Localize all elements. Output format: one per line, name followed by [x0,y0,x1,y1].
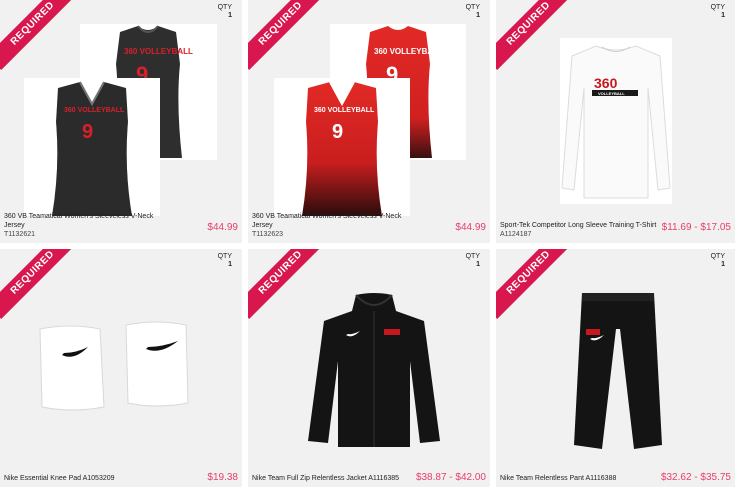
product-card[interactable]: REQUIRED QTY 1 360 VOLLEYBALL 9 360 VOLL… [248,0,490,243]
product-name[interactable]: 360 VB Teamatical Women's Sleeveless V-N… [252,212,422,239]
qty-indicator: QTY 1 [466,4,480,20]
qty-label: QTY [710,253,725,260]
product-card[interactable]: REQUIRED QTY 1 360 VOLLEYBALL Sport-Tek … [496,0,735,243]
qty-value: 1 [721,12,725,19]
qty-label: QTY [217,4,232,11]
qty-label: QTY [710,4,725,11]
qty-value: 1 [228,12,232,19]
product-image[interactable] [34,321,204,417]
jersey-text-back: 360 VOLLEYBALL [374,47,443,56]
product-name[interactable]: 360 VB Teamatical Women's Sleeveless V-N… [4,212,174,239]
product-title[interactable]: Nike Team Relentless Pant A1116388 [500,475,616,482]
product-price: $44.99 [455,222,486,233]
product-name[interactable]: Sport-Tek Competitor Long Sleeve Trainin… [500,221,656,239]
product-sku: A1124187 [500,231,532,238]
qty-value: 1 [721,261,725,268]
qty-value: 1 [476,261,480,268]
product-price: $11.69 - $17.05 [661,222,731,233]
required-badge: REQUIRED [496,249,575,319]
required-badge: REQUIRED [0,249,79,319]
product-image[interactable] [570,289,666,451]
shirt-logo-small: VOLLEYBALL [598,91,625,96]
product-image[interactable] [304,291,444,449]
product-card[interactable]: REQUIRED QTY 1 Nike Team Relentless Pant… [496,249,735,487]
product-title[interactable]: 360 VB Teamatical Women's Sleeveless V-N… [4,213,153,229]
required-badge: REQUIRED [0,0,79,70]
qty-value: 1 [228,261,232,268]
jersey-text-front: 360 VOLLEYBALL [64,107,125,114]
product-sku: T1132621 [4,231,36,238]
team-logo [384,329,400,335]
product-price: $44.99 [207,222,238,233]
product-title[interactable]: 360 VB Teamatical Women's Sleeveless V-N… [252,213,401,229]
product-price: $32.62 - $35.75 [660,472,731,483]
qty-indicator: QTY 1 [218,253,232,269]
product-price: $38.87 - $42.00 [415,472,486,483]
qty-indicator: QTY 1 [218,4,232,20]
product-name[interactable]: Nike Essential Knee Pad A1053209 [4,474,115,483]
shirt-logo-big: 360 [594,75,618,91]
jersey-text-back: 360 VOLLEYBALL [124,47,193,56]
product-image-front[interactable]: 360 VOLLEYBALL 9 [24,78,160,216]
product-image-front[interactable]: 360 VOLLEYBALL 9 [274,78,410,216]
product-title[interactable]: Nike Team Full Zip Relentless Jacket A11… [252,475,399,482]
qty-label: QTY [217,253,232,260]
required-badge: REQUIRED [248,0,327,70]
qty-value: 1 [476,12,480,19]
product-card[interactable]: REQUIRED QTY 1 360 VOLLEYBALL 9 360 VOLL… [0,0,242,243]
product-image[interactable]: 360 VOLLEYBALL [560,38,672,204]
qty-label: QTY [465,253,480,260]
product-title[interactable]: Nike Essential Knee Pad A1053209 [4,475,115,482]
jersey-number-front: 9 [82,121,93,143]
qty-indicator: QTY 1 [711,4,725,20]
product-name[interactable]: Nike Team Relentless Pant A1116388 [500,474,616,483]
qty-label: QTY [465,4,480,11]
product-name[interactable]: Nike Team Full Zip Relentless Jacket A11… [252,474,399,483]
jersey-text-front: 360 VOLLEYBALL [314,107,375,114]
qty-indicator: QTY 1 [466,253,480,269]
product-title[interactable]: Sport-Tek Competitor Long Sleeve Trainin… [500,222,656,229]
team-logo [586,329,600,335]
product-card[interactable]: REQUIRED QTY 1 Nike Essential Knee Pad A… [0,249,242,487]
qty-indicator: QTY 1 [711,253,725,269]
jersey-number-front: 9 [332,121,343,143]
product-card[interactable]: REQUIRED QTY 1 Nike Team Full Zip Relent… [248,249,490,487]
product-sku: T1132623 [252,231,284,238]
product-price: $19.38 [207,472,238,483]
